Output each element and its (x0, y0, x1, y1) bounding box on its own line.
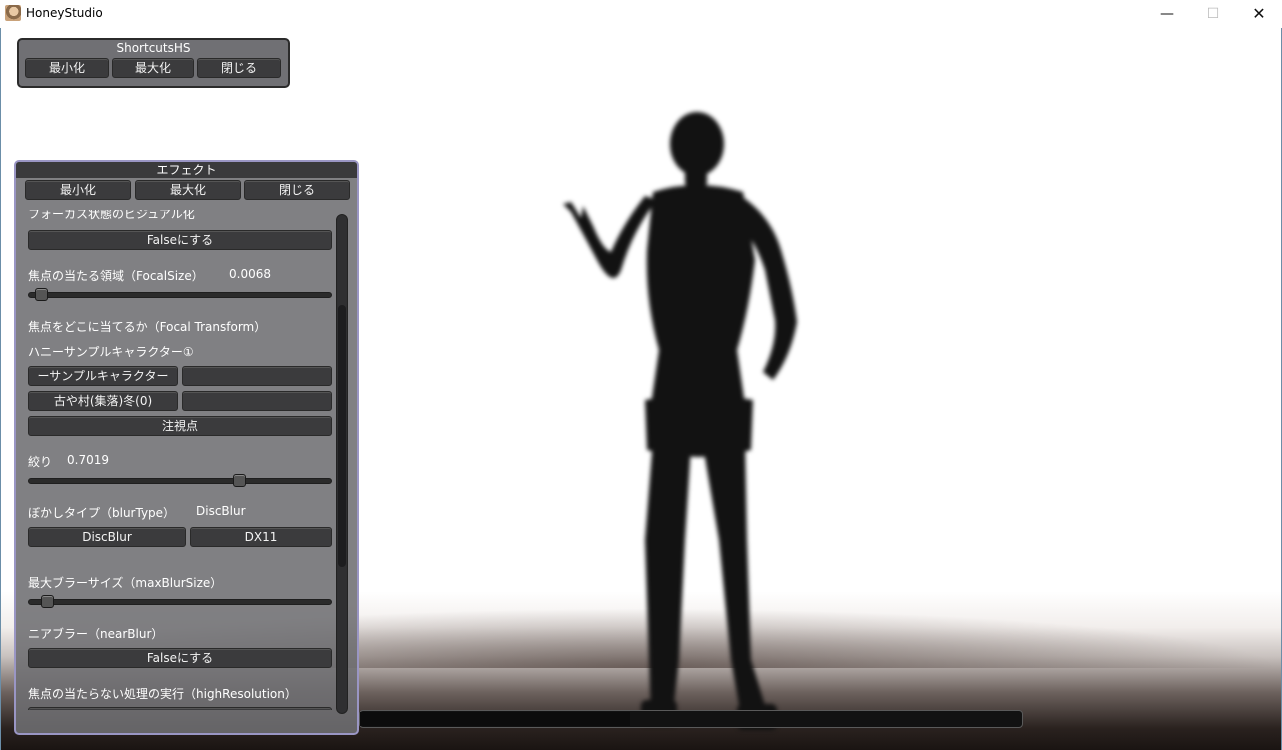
max-blur-size-slider-handle[interactable] (41, 595, 54, 608)
shortcuts-maximize-button[interactable]: 最大化 (112, 58, 194, 78)
focal-map-button[interactable]: 古や村(集落)冬(0) (28, 391, 178, 411)
near-blur-toggle-button[interactable]: Falseにする (28, 648, 332, 668)
blur-type-label: ぼかしタイプ（blurType） (28, 506, 176, 520)
shortcuts-close-button[interactable]: 閉じる (197, 58, 281, 78)
shortcuts-minimize-button[interactable]: 最小化 (25, 58, 109, 78)
effect-minimize-button[interactable]: 最小化 (25, 180, 131, 200)
close-window-button[interactable]: ✕ (1236, 0, 1282, 28)
focal-size-slider-handle[interactable] (35, 288, 48, 301)
shortcuts-panel-title: ShortcutsHS (116, 41, 191, 55)
aperture-label: 絞り (28, 455, 53, 469)
effect-settings-list[interactable]: フォーカス状態のビジュアル化 Falseにする 焦点の当たる領域（FocalSi… (16, 210, 336, 710)
blur-type-value: DiscBlur (196, 504, 246, 518)
effect-panel-title: エフェクト (156, 163, 217, 177)
gaze-point-button[interactable]: 注視点 (28, 416, 332, 436)
near-blur-label: ニアブラー（nearBlur） (28, 627, 164, 641)
window-titlebar: HoneyStudio — ☐ ✕ (0, 0, 1282, 28)
high-resolution-toggle-button[interactable] (28, 707, 332, 710)
effect-panel: エフェクト 最小化 最大化 閉じる フォーカス状態のビジュアル化 Falseにす… (14, 160, 359, 735)
max-blur-size-label: 最大ブラーサイズ（maxBlurSize） (28, 576, 223, 590)
focal-size-label: 焦点の当たる領域（FocalSize） (28, 269, 204, 283)
character-silhouette (563, 112, 797, 730)
aperture-value: 0.7019 (67, 453, 109, 467)
focal-transform-label: 焦点をどこに当てるか（Focal Transform） (28, 320, 267, 334)
aperture-slider-handle[interactable] (233, 474, 246, 487)
timeline-scrollbar[interactable] (359, 710, 1023, 728)
effect-maximize-button[interactable]: 最大化 (135, 180, 241, 200)
window-title: HoneyStudio (26, 6, 103, 20)
max-blur-size-slider[interactable] (28, 595, 332, 608)
focal-character-button[interactable]: ーサンプルキャラクター (28, 366, 178, 386)
shortcuts-panel: ShortcutsHS 最小化 最大化 閉じる (17, 38, 290, 88)
visualize-focus-toggle-button[interactable]: Falseにする (28, 230, 332, 250)
focal-size-slider[interactable] (28, 288, 332, 301)
focal-map-empty-button[interactable] (182, 391, 332, 411)
maximize-window-button[interactable]: ☐ (1190, 0, 1236, 28)
blur-type-discblur-button[interactable]: DiscBlur (28, 527, 186, 547)
aperture-slider[interactable] (28, 474, 332, 487)
timeline-scrollbar-thumb[interactable] (360, 712, 630, 726)
visualize-focus-label: フォーカス状態のビジュアル化 (28, 210, 195, 221)
blur-type-dx11-button[interactable]: DX11 (190, 527, 332, 547)
high-resolution-label: 焦点の当たらない処理の実行（highResolution） (28, 687, 297, 701)
effect-panel-scrollbar[interactable] (336, 214, 348, 714)
focal-character-empty-button[interactable] (182, 366, 332, 386)
app-icon (5, 5, 21, 21)
effect-close-button[interactable]: 閉じる (244, 180, 350, 200)
minimize-window-button[interactable]: — (1144, 0, 1190, 28)
effect-panel-scrollbar-thumb[interactable] (338, 305, 346, 567)
focal-target-name: ハニーサンプルキャラクター① (28, 345, 194, 359)
focal-size-value: 0.0068 (229, 267, 271, 281)
